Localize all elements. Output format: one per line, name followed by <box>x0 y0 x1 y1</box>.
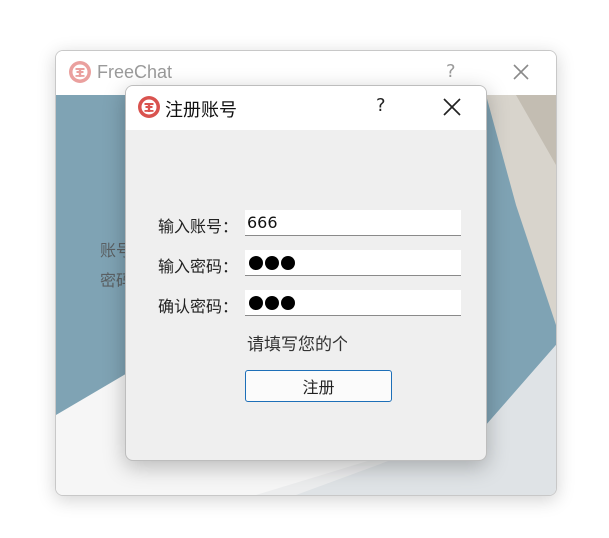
parent-close-icon[interactable] <box>512 63 530 81</box>
help-button[interactable]: ? <box>376 95 386 116</box>
account-input[interactable]: 666 <box>245 210 461 236</box>
hint-text: 请填写您的个 <box>247 335 347 354</box>
freechat-logo-icon <box>138 96 160 118</box>
close-icon[interactable] <box>442 97 462 117</box>
confirm-password-mask <box>247 295 295 310</box>
account-label: 输入账号： <box>158 217 239 236</box>
dialog-title: 注册账号 <box>165 100 237 121</box>
freechat-logo-icon <box>69 61 91 83</box>
dialog-titlebar: 注册账号 ? <box>126 86 486 130</box>
password-input[interactable] <box>245 250 461 276</box>
parent-window-title: FreeChat <box>97 62 173 82</box>
register-dialog: 注册账号 ? 输入账号： 666 输入密码： 确认密码： 请填写您的个 注册 <box>125 85 487 461</box>
register-button[interactable]: 注册 <box>245 370 392 402</box>
password-mask <box>247 255 295 270</box>
parent-help-button[interactable]: ? <box>446 61 456 82</box>
password-label: 输入密码： <box>158 257 239 276</box>
account-input-value: 666 <box>247 213 278 232</box>
confirm-password-label: 确认密码： <box>158 297 239 316</box>
confirm-password-input[interactable] <box>245 290 461 316</box>
